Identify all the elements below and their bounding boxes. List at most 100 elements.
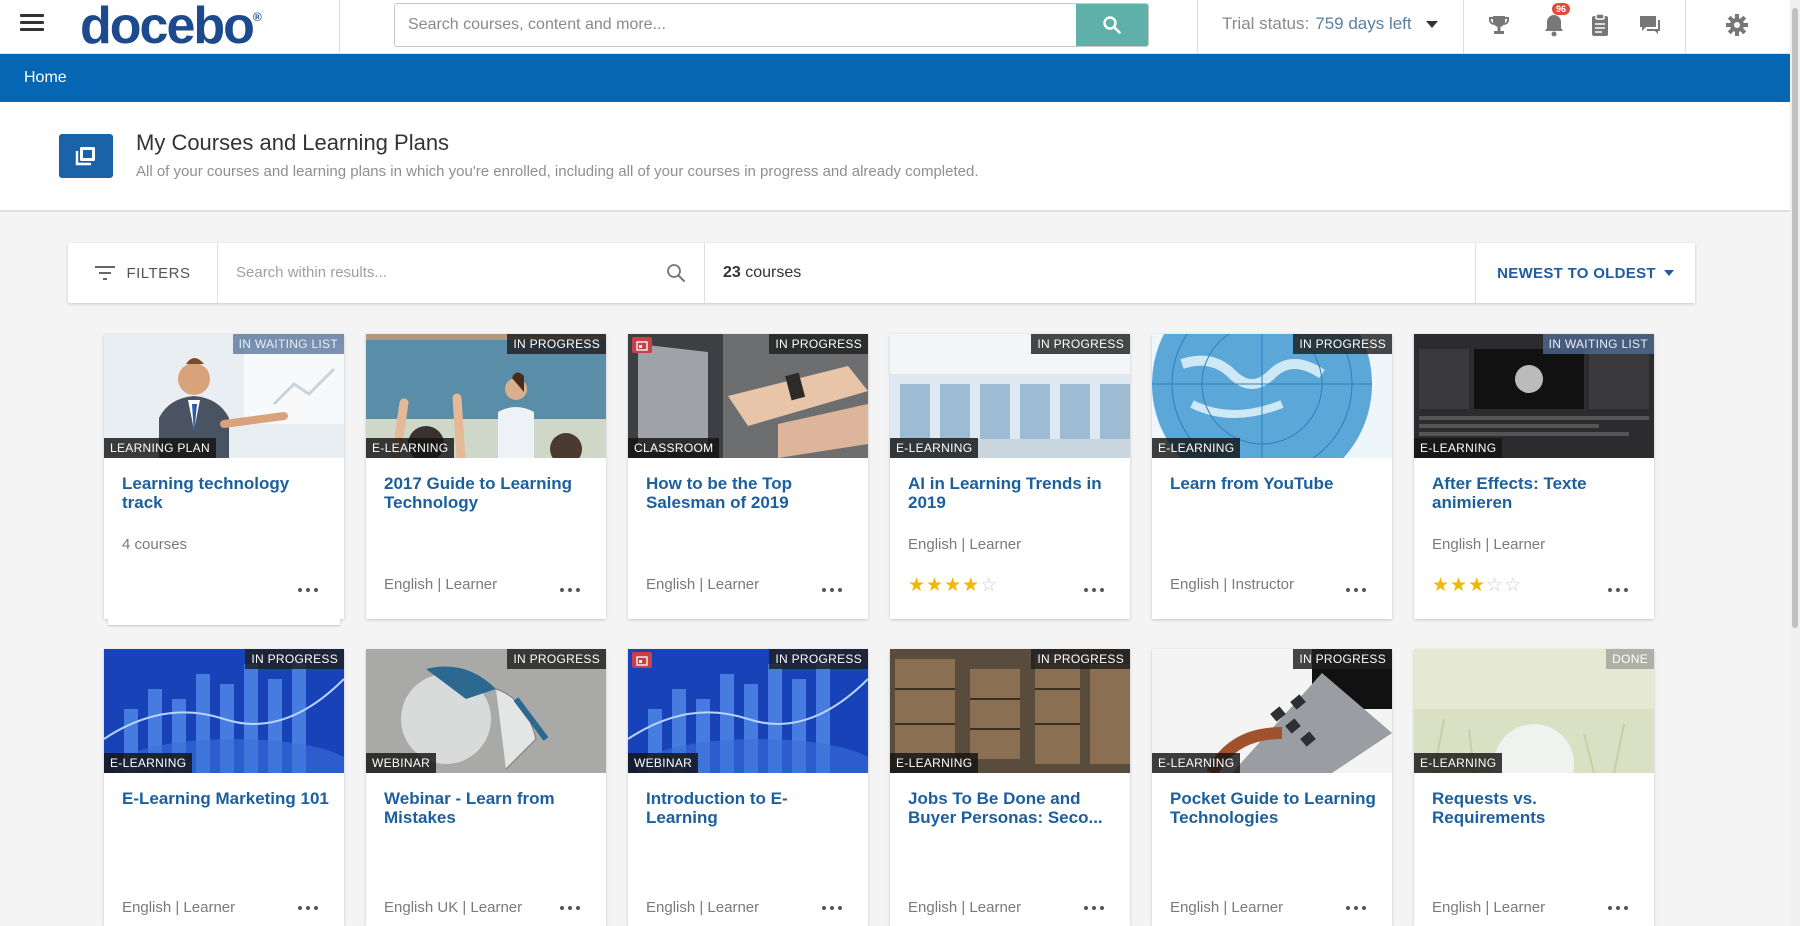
more-options-icon[interactable] — [560, 587, 580, 593]
course-card[interactable]: IN PROGRESS E-LEARNING Learn from YouTube E… — [1152, 334, 1392, 619]
more-options-icon[interactable] — [298, 905, 318, 911]
course-type-badge: E-LEARNING — [1414, 753, 1503, 773]
course-language-role: English | Learner — [646, 576, 760, 593]
sort-label: NEWEST TO OLDEST — [1497, 264, 1656, 282]
more-options-icon[interactable] — [1084, 905, 1104, 911]
calendar-icon — [632, 652, 652, 668]
notifications-badge: 96 — [1552, 3, 1571, 15]
page-subtitle: All of your courses and learning plans i… — [136, 163, 979, 180]
more-options-icon[interactable] — [298, 587, 318, 593]
course-card[interactable]: IN PROGRESS WEBINAR Webinar - Learn from M… — [366, 649, 606, 926]
star-filled-icon: ★ — [962, 575, 981, 596]
course-type-badge: WEBINAR — [366, 753, 437, 773]
course-card[interactable]: IN PROGRESS E-LEARNING E-Learning Marketin… — [104, 649, 344, 926]
filter-icon — [95, 266, 116, 280]
course-language-role: English | Learner — [1170, 899, 1284, 916]
divider — [339, 0, 340, 54]
star-empty-icon: ☆ — [1486, 575, 1505, 596]
course-card[interactable]: IN PROGRESS E-LEARNING Pocket Guide to Lea… — [1152, 649, 1392, 926]
course-card[interactable]: IN PROGRESS E-LEARNING 2017 Guide to Learn… — [366, 334, 606, 619]
course-type-badge: E-LEARNING — [104, 753, 193, 773]
search-icon — [1103, 16, 1121, 34]
trial-status-dropdown[interactable]: Trial status: 759 days left — [1222, 14, 1438, 34]
sort-dropdown[interactable]: NEWEST TO OLDEST — [1475, 243, 1695, 303]
course-card[interactable]: IN PROGRESS E-LEARNING AI in Learning Tren… — [890, 334, 1130, 619]
course-language-role: English | Instructor — [1170, 576, 1294, 593]
course-language-role: English | Learner — [384, 576, 498, 593]
course-card[interactable]: IN WAITING LIST E-LEARNING After Effects: … — [1414, 334, 1654, 619]
course-title[interactable]: AI in Learning Trends in 2019 — [908, 474, 1118, 512]
search-icon[interactable] — [666, 263, 686, 283]
more-options-icon[interactable] — [1346, 587, 1366, 593]
course-language-role: English | Learner — [908, 536, 1022, 553]
course-title[interactable]: E-Learning Marketing 101 — [122, 789, 332, 808]
status-badge: IN PROGRESS — [245, 649, 344, 669]
course-title[interactable]: Requests vs. Requirements — [1432, 789, 1642, 827]
course-type-badge: E-LEARNING — [890, 753, 979, 773]
status-badge: IN PROGRESS — [769, 334, 868, 354]
more-options-icon[interactable] — [1346, 905, 1366, 911]
course-title[interactable]: Webinar - Learn from Mistakes — [384, 789, 594, 827]
breadcrumb-home[interactable]: Home — [24, 69, 67, 87]
trophy-icon[interactable] — [1486, 12, 1512, 38]
course-language-role: English | Learner — [1432, 899, 1546, 916]
course-card[interactable]: IN PROGRESS CLASSROOM How to be the Top Sa… — [628, 334, 868, 619]
status-badge: IN WAITING LIST — [1542, 334, 1654, 354]
results-search-input[interactable] — [218, 243, 618, 301]
course-type-badge: WEBINAR — [628, 753, 699, 773]
star-filled-icon: ★ — [944, 575, 963, 596]
page-header: My Courses and Learning Plans All of you… — [0, 102, 1790, 212]
course-card[interactable]: DONE E-LEARNING Requests vs. Requirements E… — [1414, 649, 1654, 926]
results-count-number: 23 — [723, 264, 741, 281]
star-empty-icon: ☆ — [1504, 575, 1523, 596]
gear-icon[interactable] — [1724, 12, 1750, 38]
divider — [1685, 0, 1686, 54]
star-filled-icon: ★ — [1432, 575, 1451, 596]
notifications-bell-icon[interactable]: 96 — [1541, 3, 1571, 38]
more-options-icon[interactable] — [560, 905, 580, 911]
course-type-badge: E-LEARNING — [1152, 438, 1241, 458]
course-card[interactable]: IN PROGRESS WEBINAR Introduction to E-Lear… — [628, 649, 868, 926]
course-title[interactable]: 2017 Guide to Learning Technology — [384, 474, 594, 512]
course-card[interactable]: IN PROGRESS E-LEARNING Jobs To Be Done and… — [890, 649, 1130, 926]
search-button[interactable] — [1076, 4, 1148, 46]
clipboard-icon[interactable] — [1587, 12, 1613, 38]
course-title[interactable]: Jobs To Be Done and Buyer Personas: Seco… — [908, 789, 1118, 827]
global-search-input[interactable] — [395, 4, 1075, 46]
filters-label: FILTERS — [126, 264, 191, 282]
star-filled-icon: ★ — [1450, 575, 1469, 596]
course-language-role: English UK | Learner — [384, 899, 523, 916]
star-empty-icon: ☆ — [980, 575, 999, 596]
course-title[interactable]: How to be the Top Salesman of 2019 — [646, 474, 856, 512]
course-card[interactable]: IN WAITING LIST LEARNING PLAN Learning tec… — [104, 334, 344, 619]
scrollbar-thumb[interactable] — [1792, 8, 1798, 628]
rating-stars: ★★★★☆ — [908, 574, 998, 597]
filters-button[interactable]: FILTERS — [68, 243, 218, 303]
menu-icon[interactable] — [20, 14, 44, 34]
course-title[interactable]: Pocket Guide to Learning Technologies — [1170, 789, 1380, 827]
breadcrumb: Home — [0, 54, 1790, 102]
course-type-badge: CLASSROOM — [628, 438, 720, 458]
course-title[interactable]: Learn from YouTube — [1170, 474, 1380, 493]
more-options-icon[interactable] — [1608, 905, 1628, 911]
more-options-icon[interactable] — [1084, 587, 1104, 593]
course-language-role: English | Learner — [1432, 536, 1546, 553]
course-title[interactable]: Introduction to E-Learning — [646, 789, 856, 827]
chevron-down-icon — [1425, 20, 1438, 28]
chat-icon[interactable] — [1637, 12, 1663, 38]
course-title[interactable]: Learning technology track — [122, 474, 332, 512]
trial-days: 759 days left — [1315, 14, 1412, 33]
filter-bar: FILTERS 23 courses NEWEST TO OLDEST — [68, 243, 1695, 303]
docebo-logo[interactable]: docebo® — [80, 0, 262, 56]
status-badge: DONE — [1606, 649, 1654, 669]
page-scrollbar[interactable] — [1790, 0, 1800, 926]
chevron-down-icon — [1663, 270, 1674, 276]
more-options-icon[interactable] — [1608, 587, 1628, 593]
status-badge: IN PROGRESS — [1031, 334, 1130, 354]
course-type-badge: E-LEARNING — [890, 438, 979, 458]
results-count-label: courses — [745, 264, 802, 281]
page-title: My Courses and Learning Plans — [136, 130, 450, 155]
more-options-icon[interactable] — [822, 905, 842, 911]
more-options-icon[interactable] — [822, 587, 842, 593]
course-title[interactable]: After Effects: Texte animieren — [1432, 474, 1642, 512]
